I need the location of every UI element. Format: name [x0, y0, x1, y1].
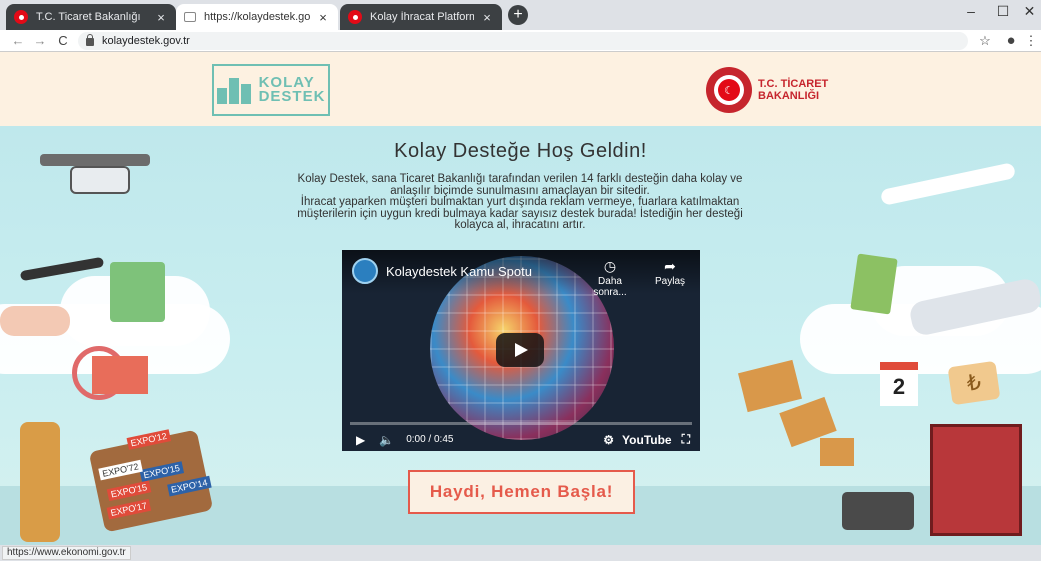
- tab-kolaydestek[interactable]: https://kolaydestek.gov.tr ×: [176, 4, 338, 30]
- intro-line: İhracat yaparken müşteri bulmaktan yurt …: [300, 196, 740, 208]
- close-window-button[interactable]: ✕: [1018, 0, 1041, 22]
- buildings-logo-icon: [216, 76, 253, 104]
- ministry-name-line1: T.C. TİCARET: [758, 78, 829, 90]
- money-stack-icon: [110, 262, 165, 322]
- tab-kolay-ihracat[interactable]: Kolay İhracat Platformu Anasayfa ×: [340, 4, 502, 30]
- calendar-icon: 2: [880, 362, 918, 406]
- logo-word-destek: DESTEK: [258, 88, 326, 105]
- play-icon[interactable]: ▶: [356, 433, 365, 447]
- tab-close-icon[interactable]: ×: [154, 10, 168, 25]
- settings-icon[interactable]: ⚙: [603, 433, 614, 447]
- status-bar: https://www.ekonomi.gov.tr: [0, 545, 1041, 561]
- briefcase-small-icon: [92, 356, 148, 394]
- hero-section: EXPO'12 EXPO'15 EXPO'14 EXPO'17 EXPO'15 …: [0, 126, 1041, 545]
- box-icon: [737, 359, 803, 413]
- share-button[interactable]: ➦ Paylaş: [648, 258, 692, 287]
- watch-later-label: Daha sonra...: [593, 276, 627, 298]
- intro-line: kolayca al, ihracatını artır.: [454, 219, 586, 231]
- profile-icon[interactable]: ●: [1001, 30, 1021, 52]
- robot-arm-icon: [20, 422, 60, 542]
- expo-tag: EXPO'12: [126, 429, 171, 450]
- intro-text: Kolay Destek, sana Ticaret Bakanlığı tar…: [270, 173, 770, 232]
- web-page: KOLAY DESTEK ☾ T.C. TİCARET BAKANLIĞI EX…: [0, 52, 1041, 545]
- ministry-seal-icon: ☾: [706, 67, 752, 113]
- minimize-button[interactable]: –: [954, 0, 988, 22]
- clock-icon: ◷: [603, 258, 617, 274]
- reload-button[interactable]: C: [53, 30, 73, 52]
- tab-close-icon[interactable]: ×: [316, 10, 330, 25]
- tab-title: Kolay İhracat Platformu Anasayfa: [370, 11, 474, 23]
- youtube-video-player[interactable]: Kolaydestek Kamu Spotu ◷ Daha sonra... ➦…: [342, 250, 700, 451]
- expo-tag: EXPO'14: [167, 475, 212, 497]
- site-header: KOLAY DESTEK ☾ T.C. TİCARET BAKANLIĞI: [0, 52, 1041, 126]
- ministry-favicon-icon: [14, 10, 28, 24]
- start-button[interactable]: Haydi, Hemen Başla!: [408, 470, 635, 514]
- bookmark-star-icon[interactable]: ☆: [975, 30, 995, 52]
- status-url: https://www.ekonomi.gov.tr: [2, 546, 131, 560]
- ministry-favicon-icon: [348, 10, 362, 24]
- expo-tag: EXPO'15: [106, 480, 152, 502]
- url-text: kolaydestek.gov.tr: [102, 35, 190, 47]
- tab-ticaret[interactable]: T.C. Ticaret Bakanlığı ×: [6, 4, 176, 30]
- passport-icon: [850, 253, 898, 315]
- share-label: Paylaş: [654, 276, 685, 287]
- page-heading: Kolay Desteğe Hoş Geldin!: [394, 140, 647, 162]
- ministry-name-line2: BAKANLIĞI: [758, 90, 820, 102]
- kolay-destek-logo[interactable]: KOLAY DESTEK: [212, 64, 330, 116]
- intro-line: Kolay Destek, sana Ticaret Bakanlığı tar…: [297, 173, 743, 185]
- airplane-icon: [879, 162, 1017, 206]
- browser-toolbar: ← → C kolaydestek.gov.tr ☆ ● ⋮: [0, 30, 1041, 52]
- lira-tag-icon: ₺: [947, 360, 1001, 406]
- watch-later-button[interactable]: ◷ Daha sonra...: [582, 258, 638, 298]
- player-controls: ▶ 🔈 0:00 / 0:45 ⚙ YouTube ⛶: [342, 428, 700, 451]
- drone-body-icon: [70, 166, 130, 194]
- box-icon: [820, 438, 854, 466]
- new-tab-button[interactable]: +: [508, 5, 528, 25]
- youtube-logo[interactable]: YouTube: [622, 433, 672, 447]
- maximize-button[interactable]: ☐: [986, 0, 1020, 22]
- card-machine-icon: [842, 492, 914, 530]
- delivery-truck-icon: [930, 424, 1022, 536]
- back-button[interactable]: ←: [8, 30, 28, 52]
- lock-icon: [86, 34, 94, 46]
- expo-tag: EXPO'15: [139, 461, 184, 482]
- tab-title: T.C. Ticaret Bakanlığı: [36, 11, 141, 23]
- video-title[interactable]: Kolaydestek Kamu Spotu: [386, 264, 532, 279]
- fullscreen-icon[interactable]: ⛶: [682, 432, 690, 447]
- time-display: 0:00 / 0:45: [406, 434, 454, 445]
- volume-icon[interactable]: 🔈: [379, 433, 394, 447]
- page-favicon-icon: [184, 12, 196, 22]
- tab-strip: T.C. Ticaret Bakanlığı × https://kolayde…: [0, 0, 1041, 30]
- menu-icon[interactable]: ⋮: [1024, 30, 1038, 52]
- expo-tag: EXPO'17: [106, 498, 151, 520]
- expo-tag: EXPO'72: [98, 459, 143, 481]
- share-arrow-icon: ➦: [664, 258, 676, 274]
- play-button[interactable]: [496, 333, 544, 367]
- tab-title: https://kolaydestek.gov.tr: [204, 11, 310, 23]
- ministry-logo[interactable]: ☾ T.C. TİCARET BAKANLIĞI: [706, 67, 828, 113]
- address-bar[interactable]: kolaydestek.gov.tr: [78, 32, 968, 50]
- hand-icon: [0, 306, 70, 336]
- forward-button[interactable]: →: [30, 30, 50, 52]
- tab-close-icon[interactable]: ×: [480, 10, 494, 25]
- progress-bar[interactable]: [350, 422, 692, 425]
- channel-avatar-icon[interactable]: [352, 258, 378, 284]
